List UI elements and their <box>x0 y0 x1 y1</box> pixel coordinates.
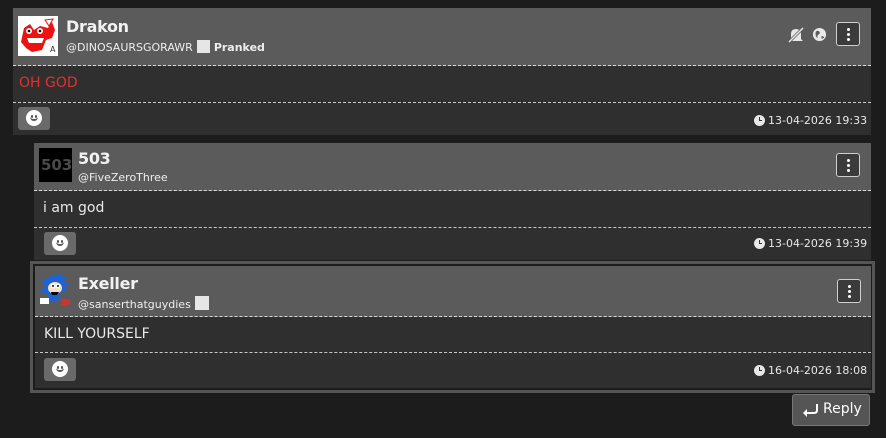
comment-card: Exeller @sanserthatguydies KILL YOURSELF… <box>35 266 871 388</box>
avatar[interactable]: A <box>18 16 58 56</box>
smiley-icon <box>52 361 68 377</box>
flag-badge <box>196 40 210 53</box>
reaction-button[interactable] <box>44 358 76 381</box>
comment-card: A Drakon @DINOSAURSGORAWR Pranked OH GOD … <box>13 8 871 135</box>
comment-header: Exeller @sanserthatguydies <box>35 266 871 317</box>
username[interactable]: 503 <box>78 149 111 168</box>
username[interactable]: Drakon <box>66 17 129 36</box>
handle-text[interactable]: @sanserthatguydies <box>78 298 191 311</box>
options-menu-button[interactable] <box>837 279 861 303</box>
user-handle[interactable]: @FiveZeroThree <box>78 171 168 184</box>
clock-icon <box>754 238 765 249</box>
avatar[interactable]: 503 <box>39 148 72 182</box>
divider <box>34 227 871 228</box>
svg-text:A: A <box>50 45 56 54</box>
options-menu-button[interactable] <box>836 153 860 177</box>
avatar[interactable] <box>37 272 75 306</box>
timestamp: 16-04-2026 18:08 <box>754 364 867 377</box>
comment-body: OH GOD <box>19 75 78 91</box>
handle-text[interactable]: @DINOSAURSGORAWR <box>66 41 193 54</box>
comment-card: 503 503 @FiveZeroThree i am god 13-04-20… <box>34 143 871 260</box>
flag-badge <box>194 296 209 310</box>
timestamp-text: 13-04-2026 19:33 <box>768 114 868 127</box>
timestamp-text: 16-04-2026 18:08 <box>768 364 868 377</box>
clock-icon <box>754 115 765 126</box>
avatar-503-text: 503 <box>41 156 72 174</box>
comment-body: KILL YOURSELF <box>44 326 150 342</box>
smiley-icon <box>26 110 42 126</box>
blue-hedgehog-avatar-icon <box>39 274 71 305</box>
timestamp-text: 13-04-2026 19:39 <box>768 237 868 250</box>
comment-body: i am god <box>43 200 105 216</box>
reply-label: Reply <box>823 401 862 417</box>
globe-icon[interactable] <box>812 27 827 42</box>
red-cartoon-creature-avatar-icon: A <box>18 16 58 56</box>
user-handle[interactable]: @sanserthatguydies <box>78 296 209 311</box>
smiley-icon <box>52 235 68 251</box>
timestamp: 13-04-2026 19:33 <box>754 114 867 127</box>
pranked-label: Pranked <box>213 41 265 54</box>
username[interactable]: Exeller <box>78 274 138 293</box>
reply-button[interactable]: Reply <box>792 394 870 426</box>
user-handle[interactable]: @DINOSAURSGORAWR Pranked <box>66 40 265 54</box>
timestamp: 13-04-2026 19:39 <box>754 237 867 250</box>
divider <box>35 352 871 353</box>
reaction-button[interactable] <box>18 107 50 130</box>
mute-icon[interactable] <box>787 26 805 44</box>
comment-header: A Drakon @DINOSAURSGORAWR Pranked <box>13 8 871 66</box>
options-menu-button[interactable] <box>836 22 860 46</box>
reply-arrow-icon <box>803 404 818 417</box>
divider <box>13 102 871 103</box>
comment-header: 503 503 @FiveZeroThree <box>34 143 871 191</box>
reaction-button[interactable] <box>44 232 76 255</box>
clock-icon <box>754 365 765 376</box>
